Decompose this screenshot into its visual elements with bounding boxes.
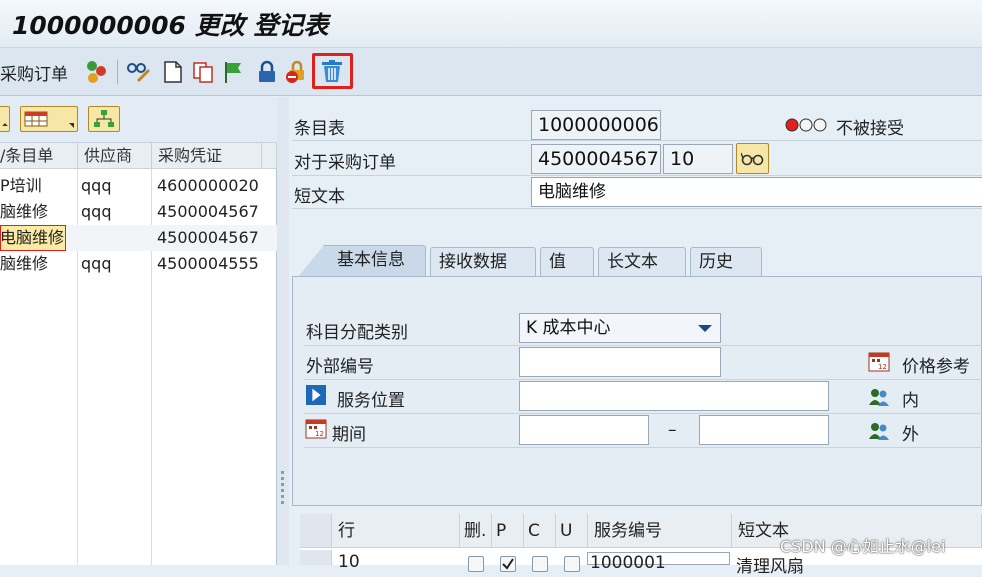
title-bar: 1000000006 更改 登记表 xyxy=(0,0,982,48)
flag-icon[interactable] xyxy=(221,59,247,85)
status-icon[interactable] xyxy=(84,59,110,85)
u-checkbox[interactable] xyxy=(564,556,580,572)
lock-delete-icon[interactable] xyxy=(284,59,310,85)
column-header-u[interactable]: U xyxy=(556,514,588,548)
doc-cell: 4500004567 xyxy=(157,228,259,247)
column-header-purchasing-doc[interactable]: 采购凭证 xyxy=(152,143,262,169)
internal-label: 内 xyxy=(902,391,919,411)
hierarchy-icon xyxy=(94,110,114,127)
account-assignment-value: K 成本中心 xyxy=(526,318,611,338)
external-label: 外 xyxy=(902,425,919,445)
tab-receipt-data[interactable]: 接收数据 xyxy=(430,247,536,277)
list-row[interactable]: 脑维修 qqq 4500004555 xyxy=(0,251,277,277)
p-checkbox[interactable] xyxy=(500,556,516,572)
calendar-icon[interactable]: 12 xyxy=(305,419,327,439)
page-title: 1000000006 更改 登记表 xyxy=(12,11,329,40)
tab-long-text[interactable]: 长文本 xyxy=(598,247,686,277)
row-selector[interactable] xyxy=(300,550,332,565)
entry-sheet-field[interactable]: 1000000006 xyxy=(531,110,661,140)
new-document-icon[interactable] xyxy=(160,59,186,85)
entry-cell: 脑维修 xyxy=(0,202,49,221)
copy-icon[interactable] xyxy=(190,59,216,85)
list-toolbar xyxy=(0,97,277,143)
chevron-down-icon xyxy=(69,123,74,128)
lock-icon[interactable] xyxy=(254,59,280,85)
tree-structure-button[interactable] xyxy=(88,106,120,132)
list-menu-button[interactable] xyxy=(0,106,10,132)
list-row[interactable]: P培训 qqq 4600000020 xyxy=(0,173,277,199)
chevron-down-icon xyxy=(698,325,712,332)
column-header-delete[interactable]: 删. xyxy=(460,514,492,548)
account-assignment-label: 科目分配类别 xyxy=(306,323,408,343)
vendor-cell: qqq xyxy=(81,176,112,195)
doc-cell: 4500004567 xyxy=(157,202,259,221)
short-text-label: 短文本 xyxy=(294,187,345,207)
price-reference-label: 价格参考 xyxy=(902,357,970,377)
purchase-order-label: 对于采购订单 xyxy=(294,153,396,173)
c-checkbox[interactable] xyxy=(532,556,548,572)
users-icon[interactable] xyxy=(868,421,890,441)
traffic-light-icon xyxy=(785,118,827,132)
svg-text:12: 12 xyxy=(878,363,887,371)
purchase-order-field[interactable]: 4500004567 xyxy=(531,144,661,174)
entry-cell: P培训 xyxy=(0,176,42,195)
doc-cell: 4600000020 xyxy=(157,176,259,195)
tab-basic-info[interactable]: 基本信息 xyxy=(298,245,426,277)
column-header-more[interactable] xyxy=(262,143,277,169)
short-text-field[interactable]: 电脑维修 xyxy=(531,177,982,207)
tab-history[interactable]: 历史 xyxy=(690,247,762,277)
list-row-selected[interactable]: 电脑维修 4500004567 xyxy=(0,225,277,251)
column-header-vendor[interactable]: 供应商 xyxy=(78,143,152,169)
column-header-p[interactable]: P xyxy=(492,514,524,548)
period-label: 期间 xyxy=(332,425,366,445)
glasses-icon xyxy=(741,152,764,166)
column-header-c[interactable]: C xyxy=(524,514,556,548)
status-text: 不被接受 xyxy=(836,119,904,139)
price-reference-icon[interactable]: 12 xyxy=(868,352,890,372)
column-header-entry[interactable]: /条目单 xyxy=(0,143,78,169)
entry-sheet-label: 条目表 xyxy=(294,119,345,139)
service-location-field[interactable] xyxy=(519,381,829,411)
entry-cell: 脑维修 xyxy=(0,254,49,273)
entry-sheet-list-panel: /条目单 供应商 采购凭证 P培训 qqq 4600000020 脑维修 qqq… xyxy=(0,97,277,565)
purchase-order-toolbar-label[interactable]: 采购订单 xyxy=(0,60,68,85)
vendor-cell: qqq xyxy=(81,254,112,273)
service-number-cell[interactable]: 1000001 xyxy=(587,552,730,573)
line-number-cell: 10 xyxy=(338,552,360,572)
doc-cell: 4500004555 xyxy=(157,254,259,273)
entry-cell: 电脑维修 xyxy=(0,225,66,251)
list-row[interactable]: 脑维修 qqq 4500004567 xyxy=(0,199,277,225)
external-number-label: 外部编号 xyxy=(306,357,374,377)
glasses-pencil-icon[interactable] xyxy=(126,59,152,85)
watermark-text: CSDN @心如止水@lei xyxy=(780,537,946,556)
column-header-line[interactable]: 行 xyxy=(332,514,460,548)
expand-arrow-icon[interactable] xyxy=(305,385,327,405)
vendor-cell: qqq xyxy=(81,202,112,221)
column-header-service-number[interactable]: 服务编号 xyxy=(588,514,732,548)
toolbar-separator xyxy=(117,60,118,84)
grid-layout-icon xyxy=(24,111,48,127)
trash-icon[interactable] xyxy=(319,58,345,84)
tab-values[interactable]: 值 xyxy=(540,247,594,277)
panel-splitter[interactable] xyxy=(277,97,289,565)
period-dash: – xyxy=(668,420,677,440)
check-icon xyxy=(502,558,514,570)
account-assignment-select[interactable]: K 成本中心 xyxy=(519,313,721,343)
display-po-button[interactable] xyxy=(736,143,769,174)
application-toolbar: 采购订单 xyxy=(0,48,982,96)
users-icon[interactable] xyxy=(868,387,890,407)
layout-select-button[interactable] xyxy=(20,106,78,132)
period-to-field[interactable] xyxy=(699,415,829,445)
po-item-field[interactable]: 10 xyxy=(663,144,733,174)
tab-label: 基本信息 xyxy=(337,250,405,270)
delete-checkbox[interactable] xyxy=(468,556,484,572)
svg-text:12: 12 xyxy=(315,430,324,438)
vendor-cell xyxy=(81,225,149,251)
external-number-field[interactable] xyxy=(519,347,721,377)
period-from-field[interactable] xyxy=(519,415,649,445)
service-location-label: 服务位置 xyxy=(337,391,405,411)
row-selector-header[interactable] xyxy=(300,514,332,548)
